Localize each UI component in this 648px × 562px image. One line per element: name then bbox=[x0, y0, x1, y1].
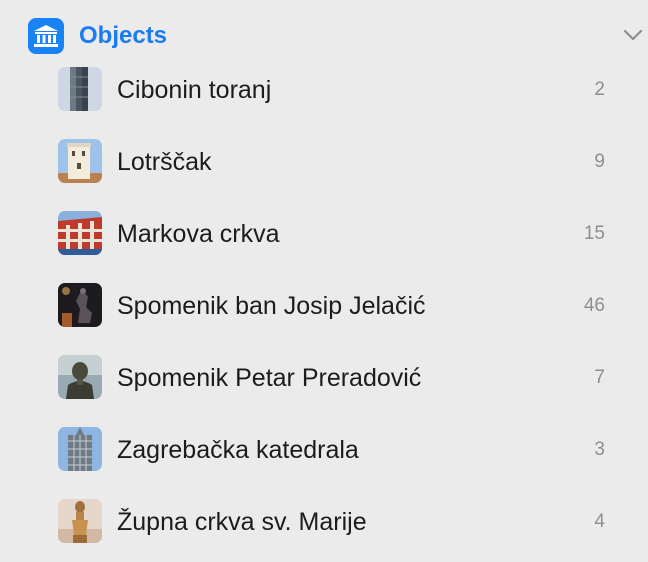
item-label: Cibonin toranj bbox=[117, 76, 272, 104]
item-thumbnail bbox=[58, 283, 102, 327]
item-label: Zagrebačka katedrala bbox=[117, 436, 359, 464]
list-item-lotrscak[interactable]: Lotrščak 9 bbox=[0, 139, 648, 211]
list-item-cibonin-toranj[interactable]: Cibonin toranj 2 bbox=[0, 67, 648, 139]
item-label: Spomenik Petar Preradović bbox=[117, 364, 422, 392]
museum-icon bbox=[28, 18, 64, 54]
item-label: Lotrščak bbox=[117, 148, 212, 176]
list-item-zagrebacka-katedrala[interactable]: Zagrebačka katedrala 3 bbox=[0, 427, 648, 499]
item-thumbnail bbox=[58, 355, 102, 399]
item-thumbnail bbox=[58, 427, 102, 471]
item-count: 46 bbox=[583, 295, 605, 316]
item-label: Markova crkva bbox=[117, 220, 280, 248]
item-count: 3 bbox=[594, 439, 605, 460]
item-thumbnail bbox=[58, 211, 102, 255]
item-count: 2 bbox=[594, 79, 605, 100]
list-item-spomenik-jelacic[interactable]: Spomenik ban Josip Jelačić 46 bbox=[0, 283, 648, 355]
item-count: 15 bbox=[583, 223, 605, 244]
chevron-down-icon[interactable] bbox=[621, 26, 645, 44]
list-item-zupna-crkva-sv-marije[interactable]: Župna crkva sv. Marije 4 bbox=[0, 499, 648, 562]
list-item-spomenik-preradovic[interactable]: Spomenik Petar Preradović 7 bbox=[0, 355, 648, 427]
item-count: 4 bbox=[594, 511, 605, 532]
item-thumbnail bbox=[58, 139, 102, 183]
item-count: 9 bbox=[594, 151, 605, 172]
item-count: 7 bbox=[594, 367, 605, 388]
objects-section-header[interactable]: Objects bbox=[0, 0, 648, 70]
item-thumbnail bbox=[58, 499, 102, 543]
item-thumbnail bbox=[58, 67, 102, 111]
list-item-markova-crkva[interactable]: Markova crkva 15 bbox=[0, 211, 648, 283]
objects-sidebar: Objects Cibonin toranj 2 Lotrščak 9 Mark… bbox=[0, 0, 648, 562]
item-label: Župna crkva sv. Marije bbox=[117, 508, 367, 536]
item-label: Spomenik ban Josip Jelačić bbox=[117, 292, 426, 320]
section-title: Objects bbox=[79, 22, 168, 49]
